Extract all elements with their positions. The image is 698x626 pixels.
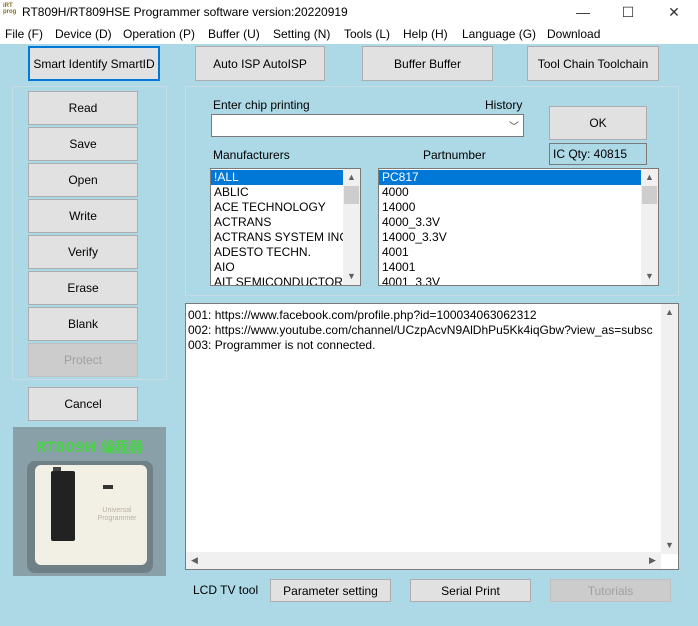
lcd-tv-tool-label: LCD TV tool: [193, 583, 259, 597]
list-item[interactable]: !ALL: [211, 170, 360, 185]
log-line: 003: Programmer is not connected.: [188, 338, 376, 352]
list-item[interactable]: ACTRANS SYSTEM INC: [211, 230, 360, 245]
list-item[interactable]: 4001: [379, 245, 658, 260]
scroll-down-icon[interactable]: ▼: [343, 268, 360, 285]
menu-device[interactable]: Device (D): [55, 27, 112, 41]
smart-identify-button[interactable]: Smart Identify SmartID: [28, 46, 160, 81]
read-button[interactable]: Read: [28, 91, 138, 125]
menu-file[interactable]: File (F): [5, 27, 43, 41]
partnumber-scrollbar[interactable]: ▲ ▼: [641, 169, 658, 285]
list-item[interactable]: 4000_3.3V: [379, 215, 658, 230]
parameter-setting-button[interactable]: Parameter setting: [270, 579, 391, 602]
menu-language[interactable]: Language (G): [462, 27, 536, 41]
scroll-down-icon[interactable]: ▼: [641, 268, 658, 285]
save-button[interactable]: Save: [28, 127, 138, 161]
list-item[interactable]: 14000_3.3V: [379, 230, 658, 245]
scrollbar-thumb[interactable]: [344, 186, 359, 204]
scroll-right-icon[interactable]: ▶: [644, 552, 661, 569]
list-item[interactable]: ABLIC: [211, 185, 360, 200]
erase-button[interactable]: Erase: [28, 271, 138, 305]
scroll-up-icon[interactable]: ▲: [661, 304, 678, 321]
menu-help[interactable]: Help (H): [403, 27, 448, 41]
toolchain-button[interactable]: Tool Chain Toolchain: [527, 46, 659, 81]
list-item[interactable]: AIO: [211, 260, 360, 275]
device-led: [103, 485, 113, 489]
product-caption: RT809H 编程器: [35, 440, 144, 456]
list-item[interactable]: AIT SEMICONDUCTOR: [211, 275, 360, 285]
programmer-device: Universal Programmer: [35, 465, 147, 565]
list-item[interactable]: 4001_3.3V: [379, 275, 658, 285]
list-item[interactable]: 4000: [379, 185, 658, 200]
title-bar: iRT prog RT809H/RT809HSE Programmer soft…: [0, 0, 698, 24]
list-item[interactable]: PC817: [379, 170, 658, 185]
menu-operation[interactable]: Operation (P): [123, 27, 195, 41]
programmer-product-image: RT809H 编程器 Universal Programmer: [13, 427, 166, 576]
history-label: History: [485, 98, 523, 112]
window-title: RT809H/RT809HSE Programmer software vers…: [22, 5, 348, 19]
log-horizontal-scrollbar[interactable]: ◀ ▶: [186, 552, 661, 569]
menu-download[interactable]: Download: [547, 27, 600, 41]
scroll-left-icon[interactable]: ◀: [186, 552, 203, 569]
menu-setting[interactable]: Setting (N): [273, 27, 330, 41]
menu-tools[interactable]: Tools (L): [344, 27, 390, 41]
menu-buffer[interactable]: Buffer (U): [208, 27, 260, 41]
scroll-up-icon[interactable]: ▲: [343, 169, 360, 186]
scrollbar-thumb[interactable]: [642, 186, 657, 204]
scroll-down-icon[interactable]: ▼: [661, 537, 678, 554]
list-item[interactable]: 14001: [379, 260, 658, 275]
verify-button[interactable]: Verify: [28, 235, 138, 269]
close-button[interactable]: ✕: [651, 0, 697, 24]
ok-button[interactable]: OK: [549, 106, 647, 140]
protect-button[interactable]: Protect: [28, 343, 138, 377]
list-item[interactable]: 14000: [379, 200, 658, 215]
maximize-button[interactable]: ☐: [605, 0, 651, 24]
scroll-up-icon[interactable]: ▲: [641, 169, 658, 186]
buffer-button[interactable]: Buffer Buffer: [362, 46, 493, 81]
log-line: 002: https://www.youtube.com/channel/UCz…: [188, 323, 653, 337]
menu-bar: File (F) Device (D) Operation (P) Buffer…: [0, 24, 698, 44]
partnumber-label: Partnumber: [423, 148, 486, 162]
list-item[interactable]: ADESTO TECHN.: [211, 245, 360, 260]
serial-print-button[interactable]: Serial Print: [410, 579, 531, 602]
manufacturers-label: Manufacturers: [213, 148, 290, 162]
chip-printing-combobox[interactable]: ﹀: [211, 114, 524, 137]
ic-qty-display: IC Qty: 40815: [549, 143, 647, 165]
list-item[interactable]: ACTRANS: [211, 215, 360, 230]
enter-chip-label: Enter chip printing: [213, 98, 310, 112]
minimize-button[interactable]: —: [560, 0, 606, 24]
partnumber-list[interactable]: PC817 4000 14000 4000_3.3V 14000_3.3V 40…: [378, 168, 659, 286]
log-vertical-scrollbar[interactable]: ▲ ▼: [661, 304, 678, 554]
auto-isp-button[interactable]: Auto ISP AutoISP: [195, 46, 325, 81]
zif-socket: [51, 471, 75, 541]
app-icon: iRT prog: [3, 3, 17, 15]
cancel-button[interactable]: Cancel: [28, 387, 138, 421]
list-item[interactable]: ACE TECHNOLOGY: [211, 200, 360, 215]
manufacturers-list[interactable]: !ALL ABLIC ACE TECHNOLOGY ACTRANS ACTRAN…: [210, 168, 361, 286]
open-button[interactable]: Open: [28, 163, 138, 197]
log-line: 001: https://www.facebook.com/profile.ph…: [188, 308, 537, 322]
manufacturers-scrollbar[interactable]: ▲ ▼: [343, 169, 360, 285]
tutorials-button[interactable]: Tutorials: [550, 579, 671, 602]
log-output[interactable]: 001: https://www.facebook.com/profile.ph…: [185, 303, 679, 570]
device-label: Universal Programmer: [97, 507, 137, 522]
blank-button[interactable]: Blank: [28, 307, 138, 341]
chevron-down-icon[interactable]: ﹀: [509, 118, 519, 133]
write-button[interactable]: Write: [28, 199, 138, 233]
